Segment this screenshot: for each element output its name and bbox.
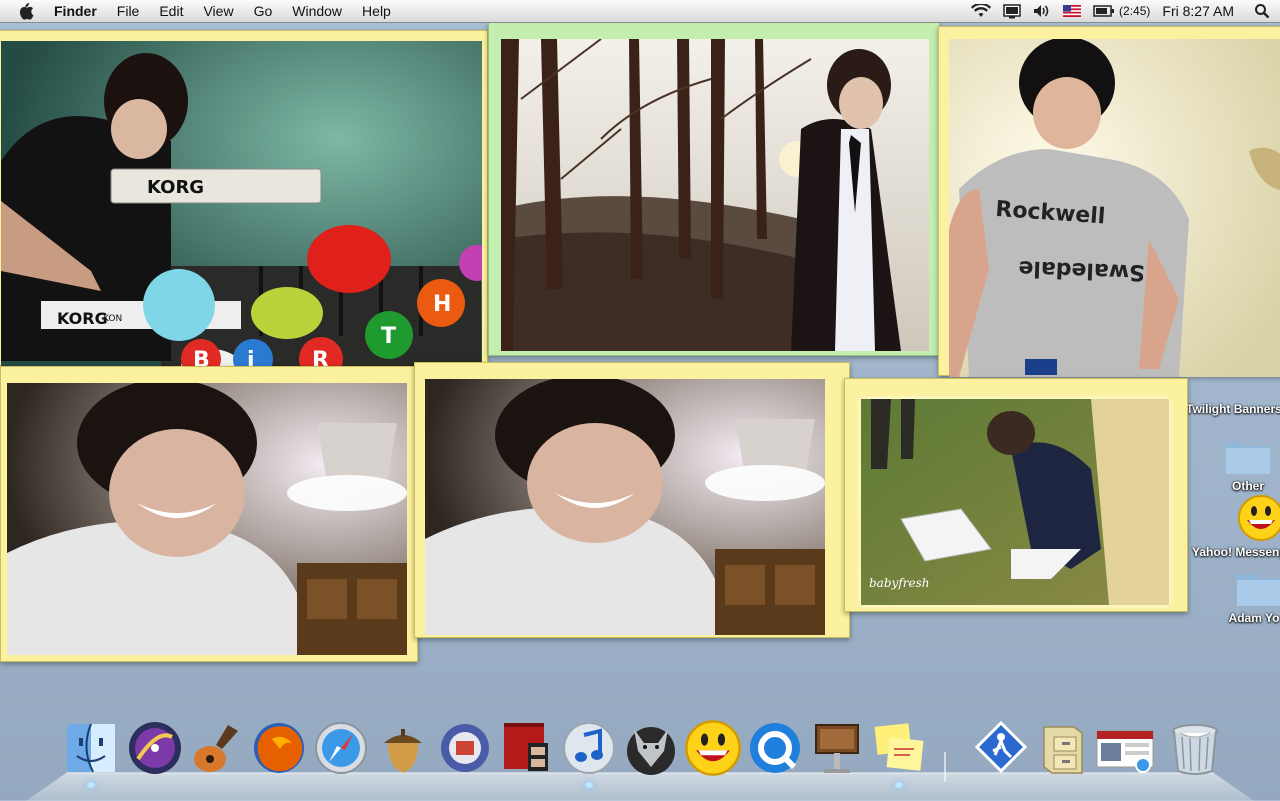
battery-time: (2:45) — [1119, 4, 1151, 18]
sticky-notes-icon — [874, 723, 924, 771]
desktop-item-yahoo-messenger[interactable]: Yahoo! Messenger — [1192, 494, 1280, 559]
dock-item-safari[interactable] — [310, 716, 372, 780]
dock-item-front-row[interactable] — [496, 716, 558, 780]
desktop-item-adam[interactable]: Adam Yo — [1224, 568, 1280, 625]
film-curtain-icon — [504, 723, 548, 771]
acorn-icon — [384, 729, 422, 773]
volume-icon[interactable] — [1033, 4, 1051, 18]
keyboard-brand-text-2: KORG — [57, 309, 108, 328]
photo-window-laptop[interactable]: babyfresh — [844, 378, 1188, 612]
dock-item-applications[interactable] — [970, 716, 1032, 780]
apple-menu-icon[interactable] — [18, 2, 40, 20]
desktop-item-label: Other — [1231, 479, 1264, 493]
balloon-letter-h: H — [433, 292, 451, 317]
desktop-item-label: Twilight Banners — [1186, 402, 1280, 416]
photo-window-keyboard[interactable]: KORG KORG KON B i R T H — [0, 30, 488, 367]
dock-item-firefox[interactable] — [248, 716, 310, 780]
desktop-item-other[interactable]: Other — [1218, 436, 1278, 493]
dock-item-yahoo-messenger[interactable] — [682, 716, 744, 780]
dock-item-quicktime[interactable] — [744, 716, 806, 780]
itunes-icon — [563, 722, 615, 774]
photo-window-woods[interactable] — [488, 22, 940, 356]
yahoo-smiley-icon — [1238, 495, 1280, 541]
running-indicator — [87, 782, 95, 788]
dock-item-garageband[interactable] — [186, 716, 248, 780]
menu-clock[interactable]: Fri 8:27 AM — [1162, 3, 1234, 19]
keyboard-brand-text: KORG — [147, 177, 204, 198]
dashboard-icon — [129, 722, 181, 774]
dock — [60, 716, 1230, 788]
dock-item-screen[interactable] — [1094, 716, 1156, 780]
dock-item-mail-tool[interactable] — [434, 716, 496, 780]
photo-tshirt-portrait: Rockwell Swaledale — [949, 39, 1280, 377]
menu-file[interactable]: File — [117, 3, 140, 19]
photo-woods-portrait — [501, 39, 929, 351]
screenshot-thumbnail-icon — [1096, 730, 1154, 773]
mail-tool-icon — [441, 724, 489, 772]
dock-item-stickies[interactable] — [868, 716, 930, 788]
balloon-letter-t: T — [381, 324, 396, 349]
display-icon[interactable] — [1003, 3, 1021, 19]
dock-item-documents[interactable] — [1032, 716, 1094, 780]
safari-compass-icon — [315, 722, 367, 774]
desktop-item-label: Yahoo! Messenger — [1192, 545, 1280, 559]
menu-app-finder[interactable]: Finder — [54, 3, 97, 19]
dock-separator — [944, 752, 946, 782]
battery-status[interactable]: (2:45) — [1093, 4, 1150, 18]
spotlight-search-icon[interactable] — [1254, 3, 1270, 19]
wifi-icon[interactable] — [971, 4, 992, 18]
menu-bar: Finder File Edit View Go Window Help (2:… — [0, 0, 1280, 23]
photo-watermark: babyfresh — [869, 576, 929, 590]
photo-keyboard-party: KORG KORG KON B i R T H — [1, 41, 482, 367]
dock-item-finder[interactable] — [60, 716, 122, 788]
firefox-icon — [254, 723, 304, 773]
dock-item-trash[interactable] — [1164, 716, 1226, 780]
menu-help[interactable]: Help — [362, 3, 391, 19]
dock-item-camino[interactable] — [620, 716, 682, 780]
applications-sign-icon — [974, 720, 1028, 774]
dock-item-itunes[interactable] — [558, 716, 620, 788]
trash-can-icon — [1172, 724, 1218, 775]
menu-view[interactable]: View — [203, 3, 233, 19]
dock-item-acorn[interactable] — [372, 716, 434, 780]
photo-window-smile-1[interactable] — [0, 366, 418, 662]
us-flag-icon[interactable] — [1063, 5, 1082, 17]
guitar-icon — [194, 725, 238, 772]
desktop-item-twilight-banners[interactable]: Twilight Banners — [1186, 402, 1280, 416]
file-cabinet-icon — [1043, 726, 1083, 774]
running-indicator — [895, 782, 903, 788]
finder-icon — [67, 723, 115, 773]
balloon-letter-i: i — [247, 348, 255, 367]
running-indicator — [585, 782, 593, 788]
quicktime-icon — [750, 723, 800, 773]
yahoo-smiley-icon — [685, 720, 741, 776]
menu-edit[interactable]: Edit — [159, 3, 183, 19]
balloon-letter-b: B — [193, 348, 210, 367]
menu-go[interactable]: Go — [254, 3, 273, 19]
battery-icon — [1093, 5, 1115, 17]
photo-smile-2 — [425, 379, 825, 635]
shirt-text-bottom: Swaledale — [1018, 255, 1145, 284]
folder-icon — [1237, 574, 1280, 606]
balloon-letter-r: R — [312, 348, 329, 367]
desktop-item-label: Adam Yo — [1228, 611, 1280, 625]
folder-icon — [1226, 442, 1270, 474]
keyboard-brand-text-3: KON — [103, 314, 122, 324]
photo-window-smile-2[interactable] — [414, 362, 850, 638]
dock-item-keynote[interactable] — [806, 716, 868, 780]
dock-item-dashboard[interactable] — [124, 716, 186, 780]
menu-window[interactable]: Window — [292, 3, 342, 19]
wolf-icon — [627, 727, 675, 775]
keynote-podium-icon — [815, 724, 859, 773]
photo-smile-1 — [7, 383, 407, 655]
photo-window-tshirt[interactable]: Rockwell Swaledale — [938, 26, 1280, 377]
photo-laptop-grass: babyfresh — [861, 399, 1169, 605]
